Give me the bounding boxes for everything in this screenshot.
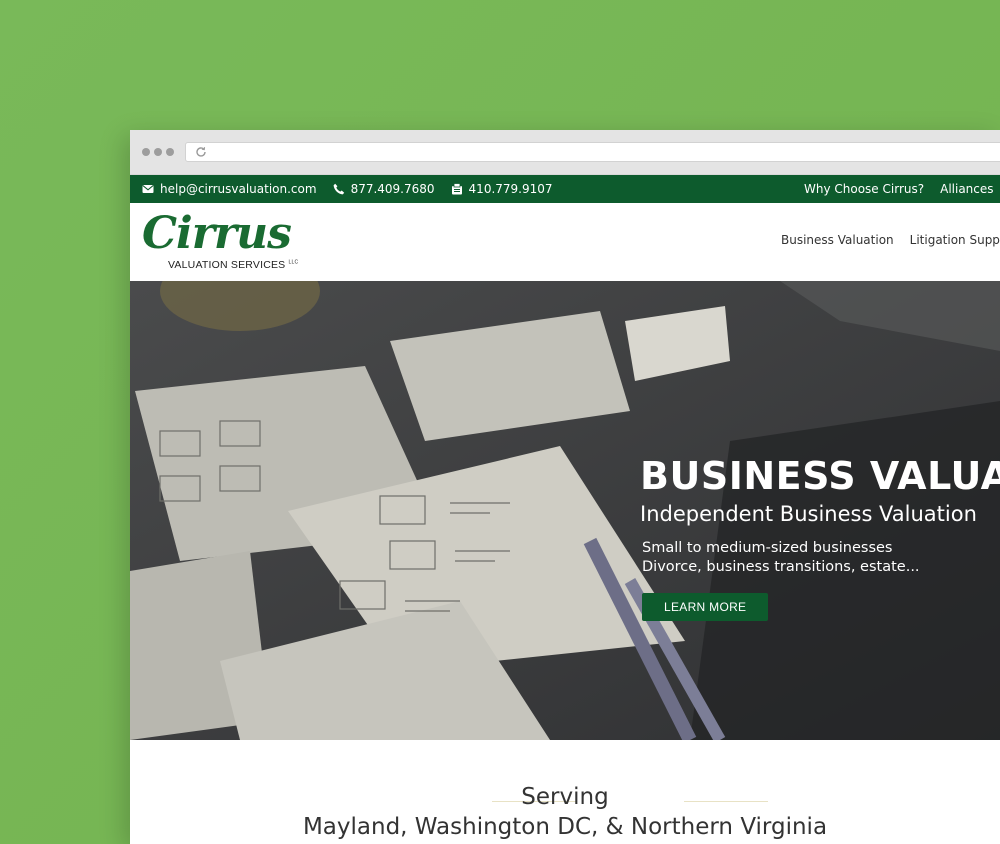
hero-description: Small to medium-sized businesses Divorce…: [642, 539, 1000, 577]
hero-title: BUSINESS VALUAT: [640, 454, 1000, 498]
hero-line-1: Small to medium-sized businesses: [642, 540, 893, 556]
hero-subtitle: Independent Business Valuation: [640, 502, 977, 526]
divider-right: [684, 801, 768, 802]
envelope-icon: [142, 185, 154, 193]
learn-more-button[interactable]: LEARN MORE: [642, 593, 769, 621]
serving-section: Serving Mayland, Washington DC, & Northe…: [130, 780, 1000, 840]
fax-text[interactable]: 410.779.9107: [469, 182, 553, 196]
serving-regions: Mayland, Washington DC, & Northern Virgi…: [302, 814, 828, 840]
serving-heading-row: Serving: [130, 780, 1000, 810]
phone-contact[interactable]: 877.409.7680: [333, 182, 435, 196]
main-nav: Business Valuation Litigation Support: [781, 233, 1000, 247]
window-dot[interactable]: [142, 148, 150, 156]
fax-icon: [451, 183, 462, 195]
hero-content: BUSINESS VALUAT Independent Business Val…: [640, 453, 1000, 621]
window-controls: [142, 148, 174, 156]
link-alliances[interactable]: Alliances: [940, 182, 993, 196]
address-bar[interactable]: [185, 142, 1000, 162]
logo-subtitle: VALUATION SERVICES LLC: [168, 259, 298, 271]
site-header: Cirrus VALUATION SERVICES LLC Business V…: [130, 203, 1000, 281]
logo-subtitle-text: VALUATION SERVICES: [168, 259, 286, 271]
fax-contact[interactable]: 410.779.9107: [451, 182, 553, 196]
nav-litigation-support[interactable]: Litigation Support: [910, 233, 1000, 247]
logo-wordmark: Cirrus: [142, 208, 292, 259]
browser-window: help@cirrusvaluation.com 877.409.7680 41…: [130, 130, 1000, 844]
link-why-choose[interactable]: Why Choose Cirrus?: [804, 182, 924, 196]
window-dot[interactable]: [166, 148, 174, 156]
email-text[interactable]: help@cirrusvaluation.com: [160, 182, 317, 196]
cirrus-logo[interactable]: Cirrus VALUATION SERVICES LLC: [142, 208, 298, 275]
reload-icon[interactable]: [194, 145, 208, 159]
utility-links: Why Choose Cirrus? Alliances Ab: [804, 175, 1000, 203]
hero-banner: BUSINESS VALUAT Independent Business Val…: [130, 281, 1000, 740]
serving-heading: Serving: [521, 784, 609, 810]
phone-text[interactable]: 877.409.7680: [351, 182, 435, 196]
browser-toolbar: [130, 130, 1000, 175]
nav-business-valuation[interactable]: Business Valuation: [781, 233, 894, 247]
hero-line-2: Divorce, business transitions, estate...: [642, 559, 920, 575]
logo-llc: LLC: [288, 259, 299, 266]
phone-icon: [333, 183, 344, 195]
email-contact[interactable]: help@cirrusvaluation.com: [142, 182, 317, 196]
contact-bar: help@cirrusvaluation.com 877.409.7680 41…: [130, 175, 1000, 203]
window-dot[interactable]: [154, 148, 162, 156]
